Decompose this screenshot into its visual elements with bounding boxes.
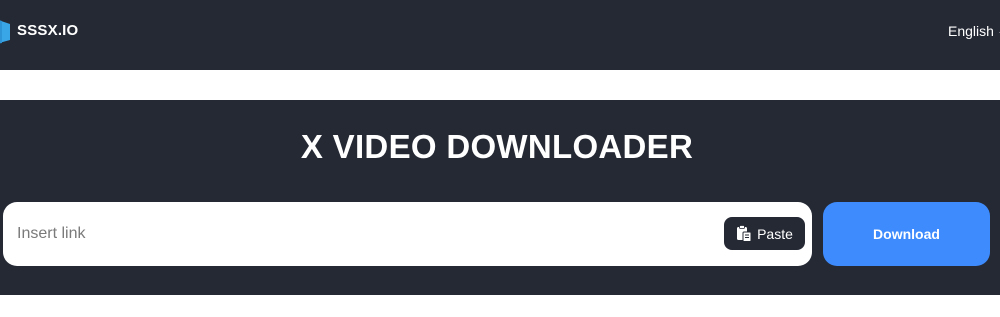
clipboard-icon [737, 225, 752, 242]
paste-label: Paste [757, 225, 793, 242]
link-input[interactable] [17, 214, 697, 254]
hexagon-logo-icon [0, 20, 10, 44]
downloader-hero: X VIDEO DOWNLOADER Paste Download [0, 100, 1000, 295]
page-title: X VIDEO DOWNLOADER [300, 128, 694, 165]
bottom-spacer [0, 295, 1000, 317]
link-input-container: Paste [3, 202, 812, 266]
brand-name: SSSX.IO [17, 22, 79, 39]
spacer-band [0, 70, 1000, 100]
language-selector[interactable]: English [948, 22, 1000, 40]
download-button[interactable]: Download [823, 202, 990, 266]
language-label: English [948, 23, 994, 39]
top-navbar: SSSX.IO English [0, 0, 1000, 70]
paste-button[interactable]: Paste [724, 217, 805, 250]
